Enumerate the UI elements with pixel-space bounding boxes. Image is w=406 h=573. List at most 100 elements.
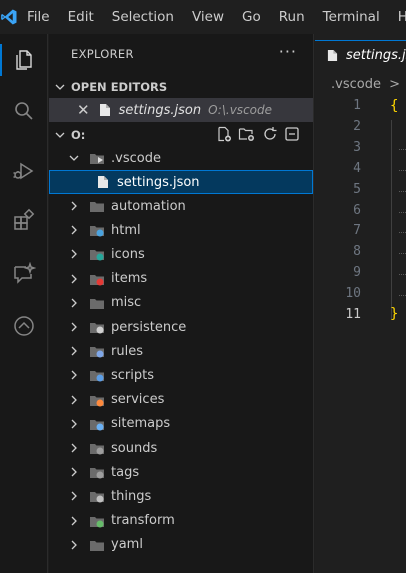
whitespace-marker bbox=[399, 211, 406, 213]
line-number: 10 bbox=[345, 286, 361, 302]
menu-item-terminal[interactable]: Terminal bbox=[314, 0, 389, 34]
tree-folder-icons[interactable]: icons bbox=[49, 242, 313, 266]
folder-items-icon bbox=[90, 274, 104, 286]
file-icon bbox=[98, 176, 108, 188]
tree-folder-label: tags bbox=[111, 464, 140, 480]
tree-folder-yaml[interactable]: yaml bbox=[49, 533, 313, 557]
close-brace: } bbox=[390, 306, 399, 322]
tree-file-label: settings.json bbox=[117, 174, 200, 190]
new-file-icon[interactable] bbox=[216, 126, 232, 145]
tree-folder-label: things bbox=[111, 488, 152, 504]
tree-folder-transform[interactable]: transform bbox=[49, 509, 313, 533]
tree-folder-label: rules bbox=[111, 343, 143, 359]
tree-folder-services[interactable]: services bbox=[49, 388, 313, 412]
whitespace-marker bbox=[399, 295, 406, 297]
tab-settings-json[interactable]: settings.json bbox=[315, 40, 406, 70]
breadcrumb: .vscode > bbox=[331, 77, 406, 92]
chevron-right-icon bbox=[69, 298, 81, 308]
file-icon bbox=[327, 50, 338, 61]
menu-item-selection[interactable]: Selection bbox=[103, 0, 183, 34]
refresh-icon[interactable] bbox=[262, 126, 278, 145]
menu-item-run[interactable]: Run bbox=[270, 0, 314, 34]
folder-icon bbox=[90, 540, 104, 551]
editor-area: settings.json .vscode > 1234567891011 { … bbox=[315, 34, 406, 573]
menu-item-view[interactable]: View bbox=[183, 0, 233, 34]
line-number: 7 bbox=[353, 223, 361, 239]
line-number: 4 bbox=[353, 160, 361, 176]
tree-folder-rules[interactable]: rules bbox=[49, 339, 313, 363]
tree-folder-sounds[interactable]: sounds bbox=[49, 436, 313, 460]
menu-item-file[interactable]: File bbox=[18, 0, 59, 34]
remote-explorer-icon[interactable] bbox=[0, 306, 48, 346]
whitespace-marker bbox=[399, 274, 406, 276]
tree-folder-scripts[interactable]: scripts bbox=[49, 363, 313, 387]
collapse-all-icon[interactable] bbox=[284, 126, 300, 145]
tree-folder-things[interactable]: things bbox=[49, 484, 313, 508]
tree-folder-automation[interactable]: automation bbox=[49, 194, 313, 218]
chevron-right-icon bbox=[69, 225, 81, 235]
extensions-icon[interactable] bbox=[0, 200, 48, 240]
chevron-right-icon bbox=[69, 491, 81, 501]
line-number: 3 bbox=[353, 139, 361, 155]
tree-folder-label: sounds bbox=[111, 440, 158, 456]
tree-folder-vscode[interactable]: .vscode bbox=[49, 146, 313, 170]
explorer-icon[interactable] bbox=[0, 40, 48, 80]
folder-transform-icon bbox=[90, 516, 104, 528]
indent-guide bbox=[391, 120, 392, 320]
chevron-right-icon bbox=[69, 370, 81, 380]
tree-folder-label: yaml bbox=[111, 537, 143, 553]
menu-item-go[interactable]: Go bbox=[233, 0, 270, 34]
search-icon[interactable] bbox=[0, 91, 48, 131]
tree-folder-tags[interactable]: tags bbox=[49, 460, 313, 484]
line-number: 11 bbox=[345, 307, 361, 322]
menu-item-h[interactable]: H bbox=[389, 0, 406, 34]
close-icon[interactable]: ✕ bbox=[77, 101, 90, 119]
open-editors-header[interactable]: OPEN EDITORS bbox=[49, 76, 314, 98]
tree-folder-html[interactable]: html bbox=[49, 218, 313, 242]
chevron-right-icon bbox=[69, 274, 81, 284]
chevron-right-icon bbox=[69, 467, 81, 477]
tree-folder-label: misc bbox=[111, 295, 142, 311]
tree-folder-label: persistence bbox=[111, 319, 187, 335]
breadcrumb-folder[interactable]: .vscode bbox=[331, 77, 381, 92]
menu-item-edit[interactable]: Edit bbox=[59, 0, 103, 34]
chevron-right-icon bbox=[69, 346, 81, 356]
line-number: 6 bbox=[353, 202, 361, 218]
folder-sitemap-icon bbox=[90, 419, 104, 431]
line-number: 5 bbox=[353, 181, 361, 197]
breadcrumb-separator: > bbox=[389, 77, 400, 92]
tree-folder-misc[interactable]: misc bbox=[49, 291, 313, 315]
folder-html-icon bbox=[90, 226, 104, 237]
chevron-down-icon bbox=[49, 82, 71, 92]
folder-sounds-icon bbox=[90, 444, 104, 455]
open-brace: { bbox=[390, 98, 399, 114]
more-actions-button[interactable]: ··· bbox=[279, 42, 297, 61]
folder-database-icon bbox=[90, 323, 104, 334]
whitespace-marker bbox=[399, 148, 406, 150]
tree-folder-persistence[interactable]: persistence bbox=[49, 315, 313, 339]
line-number: 8 bbox=[353, 244, 361, 260]
tree-folder-label: items bbox=[111, 271, 148, 287]
open-editor-filename: settings.json bbox=[118, 102, 202, 118]
line-number: 1 bbox=[353, 98, 361, 113]
folder-vscode-icon bbox=[90, 154, 104, 164]
whitespace-marker bbox=[399, 253, 406, 255]
workspace-root-header[interactable]: O: bbox=[49, 124, 314, 146]
tree-folder-label: scripts bbox=[111, 367, 154, 383]
chevron-right-icon bbox=[69, 249, 81, 259]
tree-folder-label: .vscode bbox=[111, 150, 161, 166]
open-editor-item[interactable]: ✕ settings.json O:\.vscode bbox=[49, 98, 313, 122]
tree-folder-label: automation bbox=[111, 198, 186, 214]
explorer-sidebar: EXPLORER ··· OPEN EDITORS ✕ settings.jso… bbox=[49, 34, 314, 573]
tree-file-settings[interactable]: settings.json bbox=[49, 170, 313, 194]
new-folder-icon[interactable] bbox=[238, 126, 256, 145]
chevron-right-icon bbox=[69, 322, 81, 332]
tree-folder-sitemaps[interactable]: sitemaps bbox=[49, 412, 313, 436]
tree-folder-label: sitemaps bbox=[111, 416, 171, 432]
run-debug-icon[interactable] bbox=[0, 151, 48, 191]
file-icon bbox=[99, 104, 110, 116]
chat-sparkle-icon[interactable] bbox=[0, 254, 48, 294]
tree-folder-items[interactable]: items bbox=[49, 267, 313, 291]
chevron-right-icon bbox=[69, 201, 81, 211]
chevron-right-icon bbox=[69, 419, 81, 429]
